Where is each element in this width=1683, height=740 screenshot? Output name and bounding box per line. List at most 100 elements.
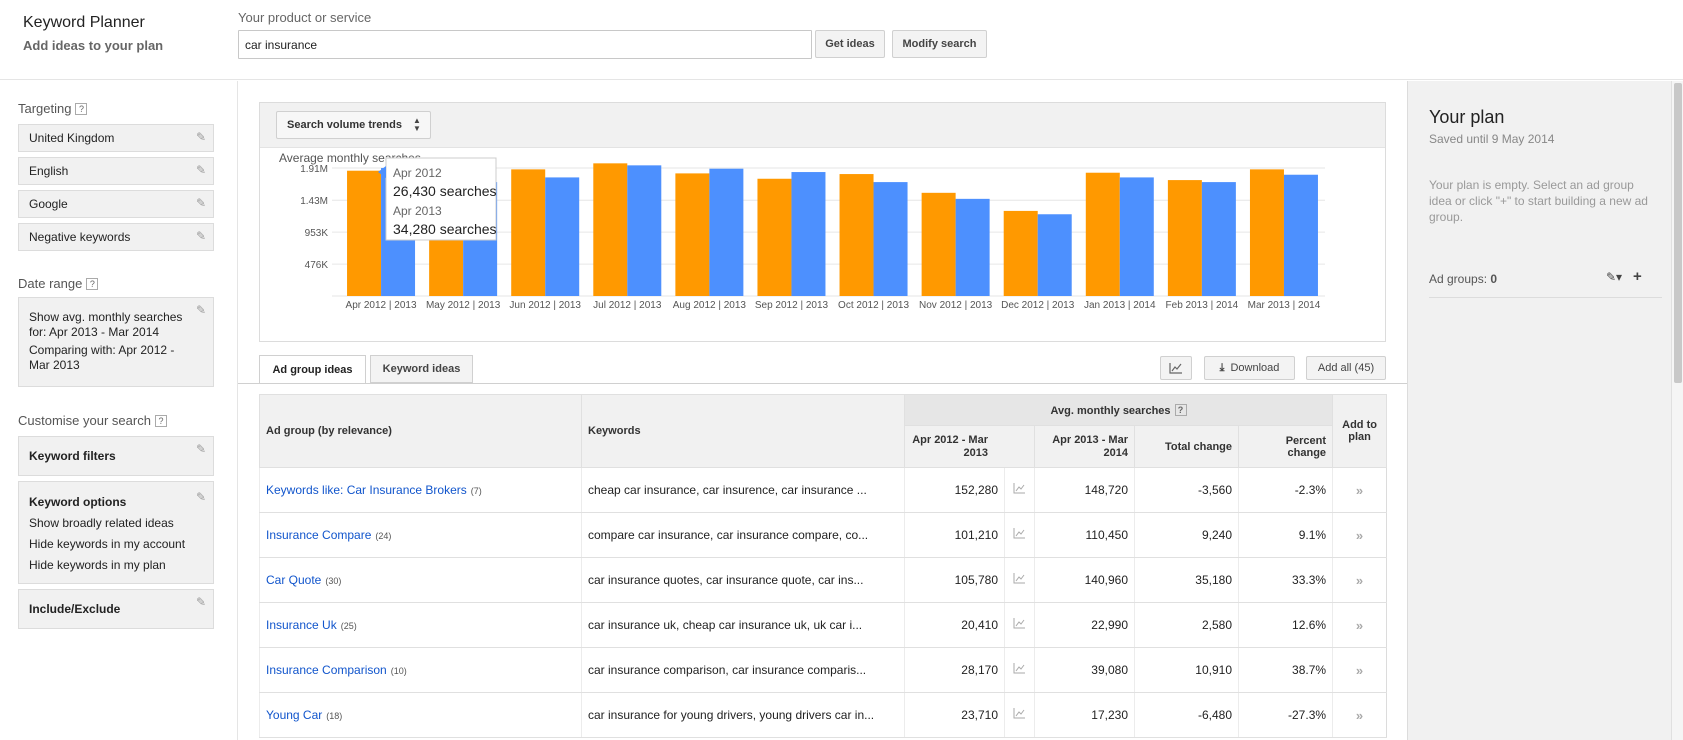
add-to-plan-icon[interactable]: » bbox=[1332, 467, 1387, 513]
help-icon[interactable]: ? bbox=[75, 103, 88, 115]
option-broadly-related: Show broadly related ideas bbox=[29, 516, 174, 530]
add-to-plan-icon[interactable]: » bbox=[1332, 602, 1387, 648]
keywords-cell: car insurance uk, cheap car insurance uk… bbox=[581, 602, 905, 648]
header-percent-change[interactable]: Percent change bbox=[1237, 425, 1334, 468]
keyword-count: (10) bbox=[390, 666, 407, 676]
trend-chart-icon[interactable] bbox=[1004, 557, 1035, 603]
chart-type-select[interactable]: Search volume trends ▲ ▼ bbox=[276, 111, 431, 139]
add-all-button[interactable]: Add all (45) bbox=[1306, 356, 1386, 380]
tooltip-period2: Apr 2013 bbox=[393, 204, 442, 218]
date-range-title: Date range? bbox=[18, 276, 99, 291]
scrollbar[interactable] bbox=[1671, 81, 1683, 740]
pencil-icon[interactable]: ✎ bbox=[196, 130, 206, 144]
trend-chart-icon[interactable] bbox=[1004, 467, 1035, 513]
table-row[interactable]: Insurance Comparison (10) car insurance co… bbox=[259, 647, 1387, 693]
y-tick-label: 476K bbox=[305, 260, 329, 271]
header-period2[interactable]: Apr 2013 - Mar 2014 bbox=[1034, 425, 1135, 468]
date-range-box[interactable]: Show avg. monthly searches for: Apr 2013… bbox=[18, 297, 214, 387]
bar bbox=[955, 198, 990, 296]
tab-keyword-ideas[interactable]: Keyword ideas bbox=[370, 355, 473, 383]
x-tick-label: Nov 2012 | 2013 bbox=[919, 300, 993, 311]
edit-icon[interactable]: ✎▾ bbox=[1606, 270, 1622, 284]
chart-view-button[interactable] bbox=[1160, 356, 1192, 380]
date-range-show: Show avg. monthly searches for: Apr 2013… bbox=[29, 310, 183, 339]
keyword-filters[interactable]: Keyword filters ✎ bbox=[18, 436, 214, 476]
bar bbox=[1283, 174, 1318, 296]
add-to-plan-icon[interactable]: » bbox=[1332, 557, 1387, 603]
download-button[interactable]: ⤓ Download bbox=[1204, 356, 1295, 380]
add-to-plan-icon[interactable]: » bbox=[1332, 512, 1387, 558]
ad-group-link[interactable]: Insurance Compare bbox=[266, 528, 371, 542]
keywords-cell: cheap car insurance, car insurence, car … bbox=[581, 467, 905, 513]
pencil-icon[interactable]: ✎ bbox=[196, 487, 206, 508]
period2-value: 22,990 bbox=[1034, 602, 1135, 648]
table-row[interactable]: Young Car (18) car insurance for young dri… bbox=[259, 692, 1387, 738]
pencil-icon[interactable]: ✎ bbox=[196, 442, 206, 456]
add-to-plan-icon[interactable]: » bbox=[1332, 692, 1387, 738]
table-row[interactable]: Car Quote (30) car insurance quotes, car i… bbox=[259, 557, 1387, 603]
total-change-value: 9,240 bbox=[1134, 512, 1239, 558]
header-total-change[interactable]: Total change bbox=[1134, 425, 1239, 468]
header: Keyword Planner Add ideas to your plan Y… bbox=[0, 0, 1683, 80]
percent-change-value: 33.3% bbox=[1237, 557, 1333, 603]
trend-chart-icon[interactable] bbox=[1004, 512, 1035, 558]
scrollbar-thumb[interactable] bbox=[1674, 83, 1682, 383]
bar bbox=[1201, 182, 1236, 296]
targeting-negative-keywords[interactable]: Negative keywords ✎ bbox=[18, 223, 214, 251]
keywords-cell: car insurance comparison, car insurance … bbox=[581, 647, 905, 693]
percent-change-value: 12.6% bbox=[1237, 602, 1333, 648]
pencil-icon[interactable]: ✎ bbox=[196, 595, 206, 609]
help-icon[interactable]: ? bbox=[1174, 403, 1187, 416]
bar bbox=[1003, 210, 1038, 296]
table-row[interactable]: Insurance Compare (24) compare car insuran… bbox=[259, 512, 1387, 558]
add-to-plan-icon[interactable]: » bbox=[1332, 647, 1387, 693]
header-period1[interactable]: Apr 2012 - Mar 2013 bbox=[904, 425, 1035, 468]
targeting-network[interactable]: Google ✎ bbox=[18, 190, 214, 218]
targeting-language[interactable]: English ✎ bbox=[18, 157, 214, 185]
plus-icon[interactable]: + bbox=[1633, 268, 1642, 285]
keyword-options[interactable]: Keyword options Show broadly related ide… bbox=[18, 481, 214, 584]
bar bbox=[627, 165, 662, 296]
period1-value: 152,280 bbox=[904, 467, 1005, 513]
ad-group-link[interactable]: Young Car bbox=[266, 708, 322, 722]
ad-group-link[interactable]: Car Quote bbox=[266, 573, 321, 587]
plan-panel: Your plan Saved until 9 May 2014 Your pl… bbox=[1407, 81, 1671, 740]
include-exclude[interactable]: Include/Exclude ✎ bbox=[18, 589, 214, 629]
ad-group-link[interactable]: Insurance Comparison bbox=[266, 663, 387, 677]
period1-value: 105,780 bbox=[904, 557, 1005, 603]
tab-divider bbox=[238, 383, 1407, 384]
ad-group-cell: Young Car (18) bbox=[259, 692, 582, 738]
app-subtitle: Add ideas to your plan bbox=[23, 38, 164, 53]
product-input[interactable] bbox=[238, 30, 812, 59]
modify-search-button[interactable]: Modify search bbox=[892, 30, 987, 58]
ad-group-cell: Car Quote (30) bbox=[259, 557, 582, 603]
help-icon[interactable]: ? bbox=[86, 278, 99, 290]
download-icon: ⤓ bbox=[1219, 361, 1225, 374]
ad-group-cell: Insurance Compare (24) bbox=[259, 512, 582, 558]
pencil-icon[interactable]: ✎ bbox=[196, 229, 206, 243]
targeting-location[interactable]: United Kingdom ✎ bbox=[18, 124, 214, 152]
targeting-title: Targeting? bbox=[18, 101, 88, 116]
header-ad-group[interactable]: Ad group (by relevance) bbox=[259, 394, 582, 468]
ad-group-link[interactable]: Keywords like: Car Insurance Brokers bbox=[266, 483, 467, 497]
pencil-icon[interactable]: ✎ bbox=[196, 163, 206, 177]
pencil-icon[interactable]: ✎ bbox=[196, 196, 206, 210]
period1-value: 101,210 bbox=[904, 512, 1005, 558]
x-tick-label: Aug 2012 | 2013 bbox=[673, 300, 747, 311]
trend-chart-icon[interactable] bbox=[1004, 602, 1035, 648]
table-row[interactable]: Insurance Uk (25) car insurance uk, cheap … bbox=[259, 602, 1387, 648]
bar bbox=[347, 170, 382, 296]
ad-group-link[interactable]: Insurance Uk bbox=[266, 618, 337, 632]
get-ideas-button[interactable]: Get ideas bbox=[815, 30, 885, 58]
tab-ad-group-ideas[interactable]: Ad group ideas bbox=[259, 355, 366, 384]
pencil-icon[interactable]: ✎ bbox=[196, 303, 206, 318]
x-tick-label: Mar 2013 | 2014 bbox=[1248, 300, 1321, 311]
help-icon[interactable]: ? bbox=[154, 415, 167, 427]
percent-change-value: -2.3% bbox=[1237, 467, 1333, 513]
header-avg-monthly: Avg. monthly searches? bbox=[903, 394, 1334, 426]
table-row[interactable]: Keywords like: Car Insurance Brokers (7) c… bbox=[259, 467, 1387, 513]
total-change-value: 35,180 bbox=[1134, 557, 1239, 603]
trend-chart-icon[interactable] bbox=[1004, 692, 1035, 738]
trend-chart-icon[interactable] bbox=[1004, 647, 1035, 693]
keyword-count: (7) bbox=[470, 486, 482, 496]
